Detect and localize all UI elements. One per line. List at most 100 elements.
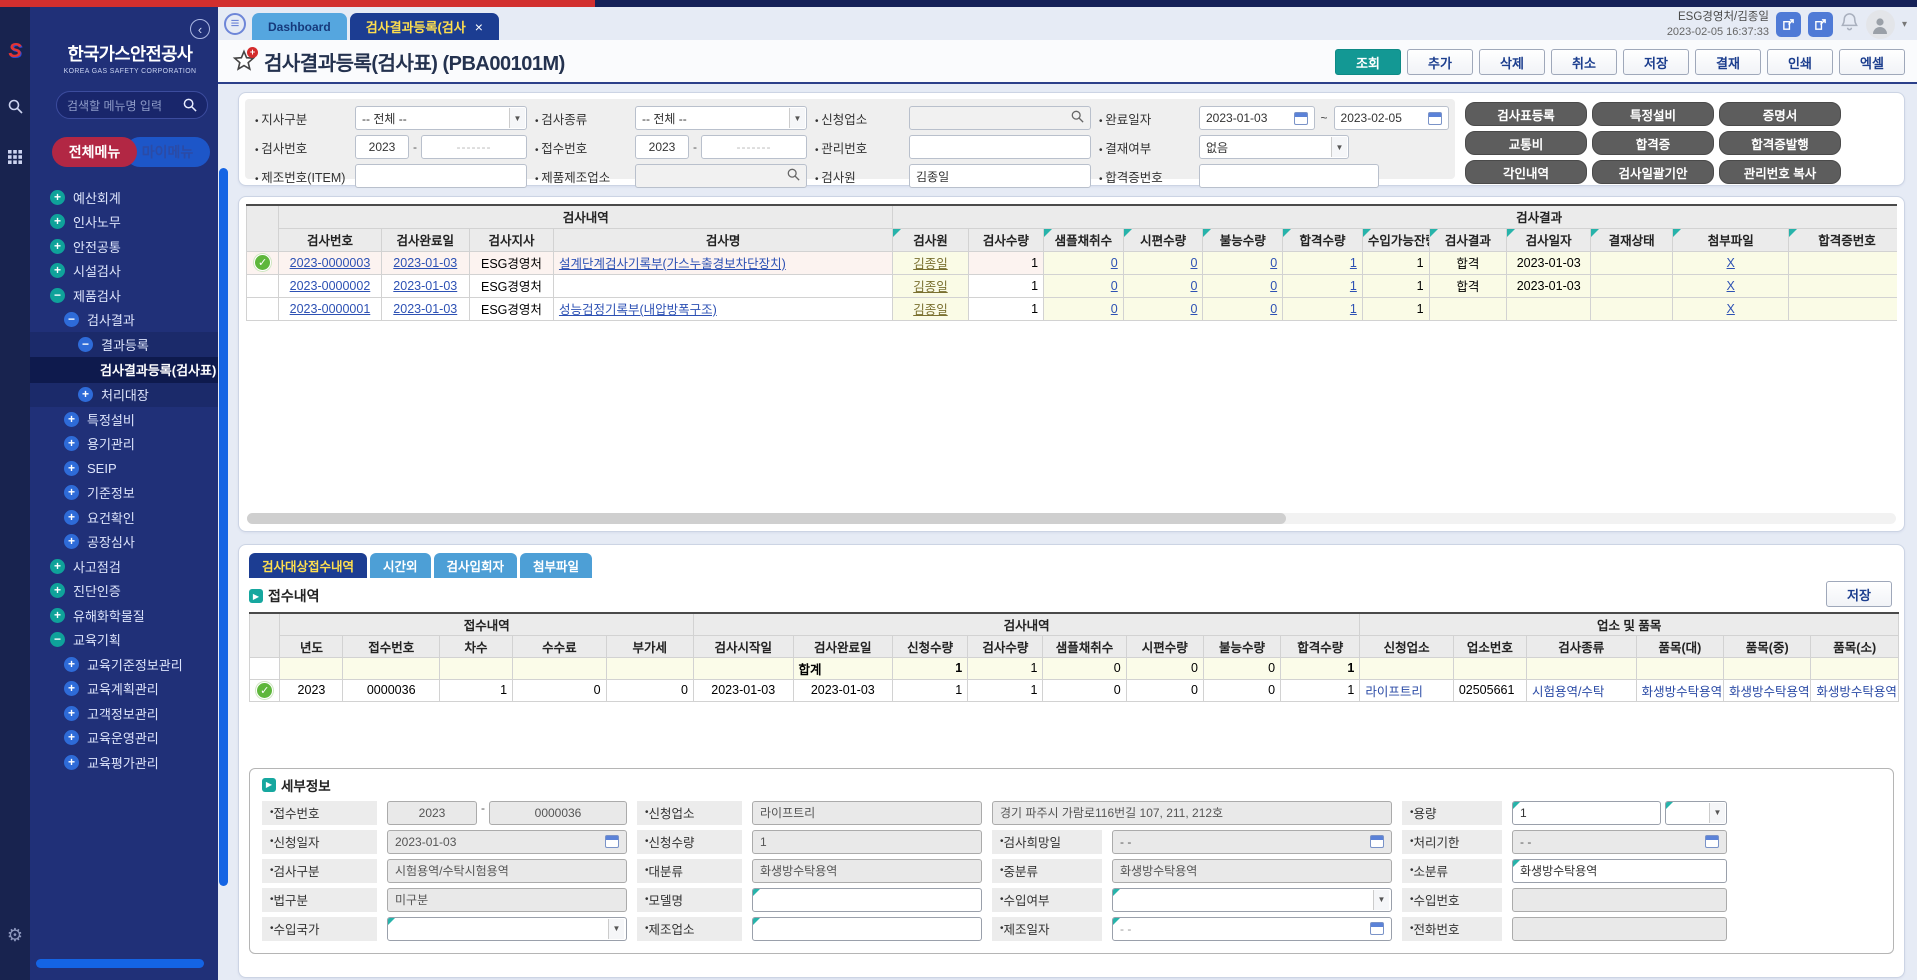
tab-receipt-list[interactable]: 검사대상접수내역 [249, 553, 367, 578]
col-header[interactable]: 검사완료일 [381, 228, 469, 251]
certificate-doc-button[interactable]: 증명서 [1719, 102, 1841, 126]
minus-icon[interactable]: − [50, 632, 65, 647]
col-header[interactable]: 검사완료일 [793, 635, 893, 657]
chevron-down-icon[interactable]: ▾ [1902, 19, 1907, 30]
insp-no-input[interactable]: ------- [421, 135, 527, 159]
minus-icon[interactable]: − [50, 288, 65, 303]
tab-active[interactable]: 검사결과등록(검사× [350, 13, 499, 40]
col-header[interactable]: 검사종류 [1526, 635, 1636, 657]
sidebar-item-container[interactable]: +용기관리 [30, 432, 218, 457]
sidebar-item-budget[interactable]: +예산회계 [30, 185, 218, 210]
col-header[interactable]: 시편수량 [1123, 228, 1203, 251]
save-button[interactable]: 저장 [1623, 49, 1689, 75]
external-link-icon[interactable] [1776, 12, 1801, 37]
favorite-star-icon[interactable]: + [232, 49, 256, 73]
sidebar-item-customer[interactable]: +고객정보관리 [30, 701, 218, 726]
sidebar-item-hr[interactable]: +인사노무 [30, 210, 218, 235]
menu-search-input[interactable]: 검색할 메뉴명 입력 [56, 91, 208, 119]
receipt-save-button[interactable]: 저장 [1826, 581, 1892, 607]
batch-draft-button[interactable]: 검사일괄기안 [1592, 160, 1714, 184]
search-icon[interactable] [8, 99, 23, 114]
tab-overtime[interactable]: 시간외 [370, 553, 431, 578]
sidebar-vscrollbar[interactable] [219, 168, 228, 886]
sample-link[interactable]: 0 [1111, 279, 1118, 293]
complete-date-link[interactable]: 2023-01-03 [393, 256, 457, 270]
country-select[interactable]: ▼ [387, 917, 627, 941]
plus-icon[interactable]: + [50, 214, 65, 229]
pass-link[interactable]: 1 [1350, 256, 1357, 270]
pass-cert-button[interactable]: 합격증 [1592, 131, 1714, 155]
excel-button[interactable]: 엑셀 [1839, 49, 1905, 75]
col-header[interactable]: 검사수량 [968, 635, 1043, 657]
recv-no-input[interactable]: ------- [701, 135, 807, 159]
close-icon[interactable]: × [475, 19, 483, 35]
model-input[interactable] [752, 888, 982, 912]
recv-no-year-input[interactable]: 2023 [635, 135, 689, 159]
specimen-link[interactable]: 0 [1190, 256, 1197, 270]
capacity-input[interactable]: 1 [1512, 801, 1661, 825]
mgmt-no-input[interactable] [909, 135, 1091, 159]
plus-icon[interactable]: + [78, 387, 93, 402]
specimen-link[interactable]: 0 [1190, 279, 1197, 293]
calendar-icon[interactable] [1370, 922, 1384, 935]
col-header[interactable]: 품목(중) [1724, 635, 1811, 657]
col-header[interactable]: 부가세 [606, 635, 693, 657]
plus-icon[interactable]: + [50, 239, 65, 254]
plus-icon[interactable]: + [64, 436, 79, 451]
cat-s-input[interactable]: 화생방수탁용역 [1512, 859, 1727, 883]
grid-menu-icon[interactable] [8, 150, 22, 164]
complete-to-input[interactable]: 2023-02-05 [1334, 106, 1450, 130]
sample-link[interactable]: 0 [1111, 256, 1118, 270]
sidebar-hscrollbar[interactable] [36, 959, 204, 968]
insp-no-link[interactable]: 2023-0000003 [290, 256, 371, 270]
col-header[interactable]: 검사번호 [279, 228, 381, 251]
insp-no-year-input[interactable]: 2023 [355, 135, 409, 159]
plus-icon[interactable]: + [50, 583, 65, 598]
sidebar-item-result-reg[interactable]: −결과등록 [30, 332, 218, 357]
sidebar-item-edu-schedule[interactable]: +교육계획관리 [30, 677, 218, 702]
calendar-icon[interactable] [1428, 112, 1442, 125]
tab-all-menu[interactable]: 전체메뉴 [52, 137, 137, 167]
search-button[interactable]: 조회 [1335, 49, 1401, 75]
minus-icon[interactable]: − [64, 312, 79, 327]
col-header[interactable]: 검사시작일 [693, 635, 793, 657]
item-no-input[interactable] [355, 164, 527, 188]
popup-open-icon[interactable] [1808, 12, 1833, 37]
sidebar-item-facility[interactable]: +시설검사 [30, 259, 218, 284]
col-header[interactable]: 시편수량 [1126, 635, 1203, 657]
mgmt-no-copy-button[interactable]: 관리번호 복사 [1719, 160, 1841, 184]
sidebar-item-edu-ops[interactable]: +교육운영관리 [30, 726, 218, 751]
sidebar-item-requirement[interactable]: +요건확인 [30, 505, 218, 530]
fail-link[interactable]: 0 [1270, 256, 1277, 270]
minus-icon[interactable]: − [78, 337, 93, 352]
sidebar-item-std-info[interactable]: +기준정보 [30, 481, 218, 506]
sidebar-item-result-reg-form[interactable]: 검사결과등록(검사표) [30, 357, 218, 383]
attachment-link[interactable]: X [1727, 279, 1735, 293]
import-select[interactable]: ▼ [1112, 888, 1392, 912]
insp-name-link[interactable]: 성능검정기록부(내압방폭구조) [559, 303, 717, 317]
sidebar-item-diagnosis[interactable]: +진단인증 [30, 579, 218, 604]
complete-from-input[interactable]: 2023-01-03 [1199, 106, 1315, 130]
col-header[interactable]: 접수번호 [343, 635, 440, 657]
approve-button[interactable]: 결재 [1695, 49, 1761, 75]
col-header[interactable]: 검사일자 [1507, 228, 1591, 251]
plus-icon[interactable]: + [64, 706, 79, 721]
col-header[interactable]: 샘플채취수 [1043, 635, 1126, 657]
branch-select[interactable]: -- 전체 --▼ [355, 106, 527, 130]
complete-date-link[interactable]: 2023-01-03 [393, 302, 457, 316]
col-header[interactable]: 합격증번호 [1789, 228, 1897, 251]
table-row[interactable]: 2023-0000001 2023-01-03 ESG경영처 성능검정기록부(내… [247, 297, 1898, 320]
plus-icon[interactable]: + [50, 263, 65, 278]
calendar-icon[interactable] [1294, 112, 1308, 125]
print-button[interactable]: 인쇄 [1767, 49, 1833, 75]
col-header[interactable]: 검사수량 [968, 228, 1043, 251]
plus-icon[interactable]: + [50, 608, 65, 623]
capacity-unit-select[interactable]: ▼ [1665, 801, 1727, 825]
search-icon[interactable] [787, 168, 800, 184]
insp-name-link[interactable]: 설계단계검사기록부(가스누출경보차단장치) [559, 257, 786, 271]
col-header[interactable]: 샘플채취수 [1044, 228, 1124, 251]
inspector-link[interactable]: 김종일 [913, 280, 948, 294]
sidebar-item-product[interactable]: −제품검사 [30, 283, 218, 308]
tab-witness[interactable]: 검사입회자 [434, 553, 518, 578]
grid-hscrollbar-track[interactable] [247, 513, 1896, 524]
